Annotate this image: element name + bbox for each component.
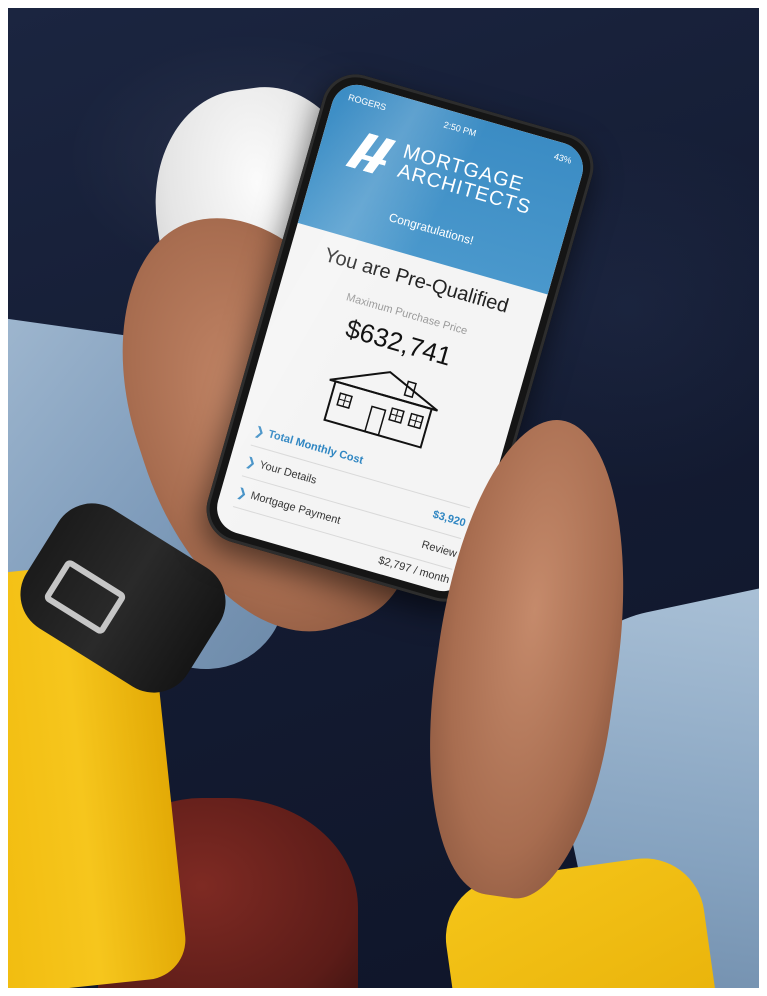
chevron-right-icon: ❯ [244,454,258,471]
battery-level: 43% [552,151,573,166]
your-details-label: Your Details [257,458,318,487]
total-monthly-cost-value: $3,920 [431,508,467,530]
photo: ROGERS 2:50 PM 43% MORTGAGE ARCHITECTS C… [8,8,759,988]
chevron-right-icon: ❯ [253,423,267,440]
logo-mark-icon [345,133,397,174]
chevron-right-icon: ❯ [235,484,249,502]
review-link[interactable]: Review [420,539,458,560]
